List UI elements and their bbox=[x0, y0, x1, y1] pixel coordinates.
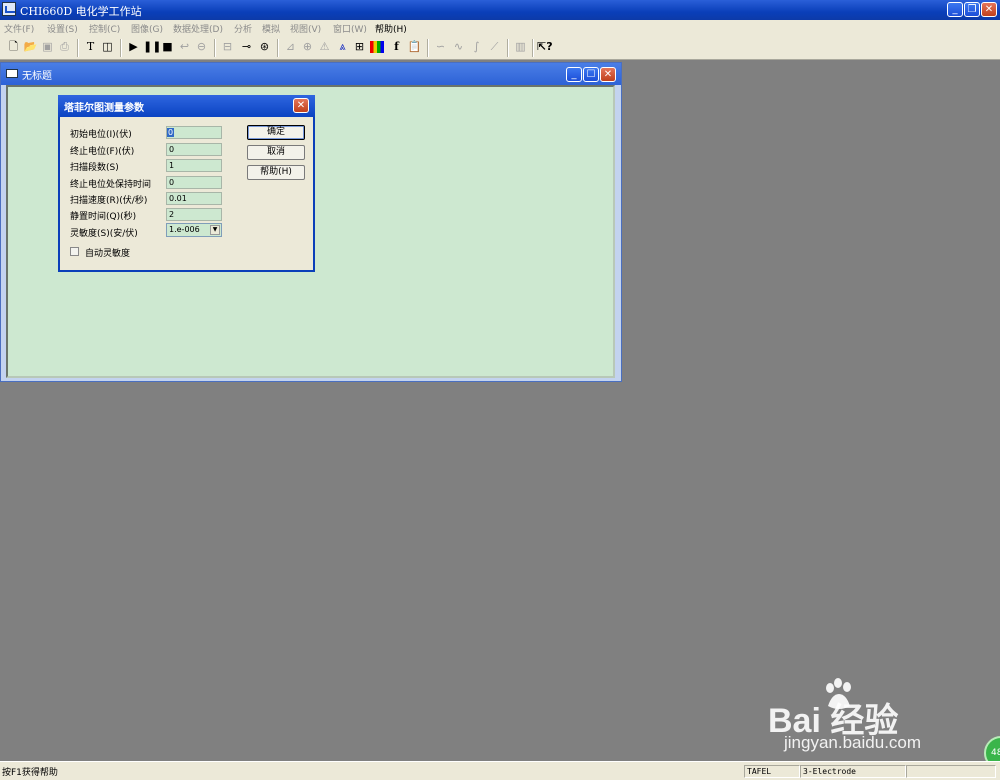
restore-button[interactable]: ❐ bbox=[964, 2, 980, 17]
notes-icon[interactable]: ▥ bbox=[513, 39, 528, 55]
add-data-icon[interactable]: ⊞ bbox=[352, 39, 367, 55]
copy-icon[interactable]: 📋 bbox=[407, 39, 422, 55]
sensitivity-select[interactable]: 1.e-006 ▼ bbox=[166, 223, 222, 237]
watermark-url: jingyan.baidu.com bbox=[784, 733, 922, 752]
menu-bar: 文件(F) 设置(S) 控制(C) 图像(G) 数据处理(D) 分析 模拟 视图… bbox=[0, 20, 1000, 36]
document-title: 无标题 bbox=[22, 71, 52, 82]
init-potential-value: 0 bbox=[167, 128, 175, 137]
toolbar-separator bbox=[214, 39, 216, 57]
toolbar: 🗋 📂 ▣ ⎙ T ◫ ▶ ❚❚ ■ ↩ ⊖ ⊟ ⊸ ⊛ ⊿ ⊕ ⚠ ⩓ ⊞ f… bbox=[0, 36, 1000, 60]
quiet-time-input[interactable]: 2 bbox=[166, 208, 222, 221]
sensitivity-label: 灵敏度(S)(安/伏) bbox=[70, 229, 138, 239]
document-maximize-button[interactable]: ☐ bbox=[583, 67, 599, 82]
dialog-close-button[interactable]: ✕ bbox=[293, 98, 309, 113]
help-button[interactable]: 帮助(H) bbox=[247, 165, 305, 180]
status-help-text: 按F1获得帮助 bbox=[2, 768, 58, 778]
auto-sensitivity-label: 自动灵敏度 bbox=[85, 249, 131, 259]
hold-time-input[interactable]: 0 bbox=[166, 176, 222, 189]
status-bar: 按F1获得帮助 TAFEL 3-Electrode bbox=[0, 761, 1000, 780]
document-title-bar: 无标题 _ ☐ ✕ bbox=[1, 63, 621, 85]
init-potential-label: 初始电位(I)(伏) bbox=[70, 130, 132, 140]
document-icon bbox=[6, 69, 18, 78]
new-file-icon[interactable]: 🗋 bbox=[6, 39, 21, 55]
reverse-icon[interactable]: ↩ bbox=[177, 39, 192, 55]
menu-window[interactable]: 窗口(W) bbox=[333, 22, 367, 35]
close-button[interactable]: ✕ bbox=[981, 2, 997, 17]
toolbar-separator bbox=[532, 39, 534, 57]
stop-icon[interactable]: ■ bbox=[160, 39, 175, 55]
magnify-icon[interactable]: ⊕ bbox=[300, 39, 315, 55]
toolbar-separator bbox=[277, 39, 279, 57]
segments-label: 扫描段数(S) bbox=[70, 163, 119, 173]
quiet-time-label: 静置时间(Q)(秒) bbox=[70, 212, 137, 222]
segments-input[interactable]: 1 bbox=[166, 159, 222, 172]
technique-icon[interactable]: T bbox=[83, 39, 98, 55]
smooth-icon[interactable]: ∽ bbox=[433, 39, 448, 55]
parameters-icon[interactable]: ◫ bbox=[100, 39, 115, 55]
init-potential-input[interactable]: 0 bbox=[166, 126, 222, 139]
menu-settings[interactable]: 设置(S) bbox=[47, 22, 78, 35]
pause-icon[interactable]: ❚❚ bbox=[143, 39, 161, 55]
document-minimize-button[interactable]: _ bbox=[566, 67, 582, 82]
integral-icon[interactable]: ∫ bbox=[469, 39, 484, 55]
app-title-bar: CHI660D 电化学工作站 _ ❐ ✕ bbox=[0, 0, 1000, 20]
cell-icon[interactable]: ⊟ bbox=[220, 39, 235, 55]
open-folder-icon[interactable]: 📂 bbox=[23, 39, 38, 55]
print-icon[interactable]: ⎙ bbox=[57, 39, 72, 55]
scan-rate-label: 扫描速度(R)(伏/秒) bbox=[70, 196, 148, 206]
menu-graphics[interactable]: 图像(G) bbox=[131, 22, 163, 35]
font-icon[interactable]: f bbox=[389, 39, 404, 55]
save-icon[interactable]: ▣ bbox=[40, 39, 55, 55]
filter-icon[interactable]: ⊖ bbox=[194, 39, 209, 55]
zoom-icon[interactable]: ⊛ bbox=[257, 39, 272, 55]
toolbar-separator bbox=[77, 39, 79, 57]
app-title: CHI660D 电化学工作站 bbox=[20, 5, 142, 18]
menu-simulation[interactable]: 模拟 bbox=[262, 22, 280, 35]
help-icon[interactable]: ⇱? bbox=[537, 39, 553, 55]
status-electrode: 3-Electrode bbox=[800, 765, 906, 778]
status-empty-cell bbox=[906, 765, 996, 778]
overlay-icon[interactable]: ⩓ bbox=[335, 39, 350, 55]
final-potential-input[interactable]: 0 bbox=[166, 143, 222, 156]
sensitivity-value: 1.e-006 bbox=[169, 225, 200, 234]
app-icon bbox=[2, 2, 16, 16]
menu-analysis[interactable]: 分析 bbox=[234, 22, 252, 35]
toolbar-separator bbox=[507, 39, 509, 57]
document-close-button[interactable]: ✕ bbox=[600, 67, 616, 82]
manual-result-icon[interactable]: ⊿ bbox=[283, 39, 298, 55]
run-icon[interactable]: ▶ bbox=[126, 39, 141, 55]
menu-view[interactable]: 视图(V) bbox=[290, 22, 321, 35]
toolbar-separator bbox=[120, 39, 122, 57]
dialog-title: 塔菲尔图测量参数 bbox=[64, 103, 144, 114]
ok-button[interactable]: 确定 bbox=[247, 125, 305, 140]
menu-data-processing[interactable]: 数据处理(D) bbox=[173, 22, 223, 35]
menu-file[interactable]: 文件(F) bbox=[4, 22, 34, 35]
status-technique: TAFEL bbox=[744, 765, 800, 778]
menu-control[interactable]: 控制(C) bbox=[89, 22, 120, 35]
chevron-down-icon[interactable]: ▼ bbox=[210, 225, 220, 235]
color-icon[interactable] bbox=[370, 41, 384, 53]
cancel-button[interactable]: 取消 bbox=[247, 145, 305, 160]
menu-help[interactable]: 帮助(H) bbox=[375, 22, 407, 35]
dialog-title-bar: 塔菲尔图测量参数 ✕ bbox=[58, 95, 315, 117]
semilog-icon[interactable]: ⟋ bbox=[487, 39, 502, 55]
hold-time-label: 终止电位处保持时间 bbox=[70, 180, 152, 190]
derivative-icon[interactable]: ∿ bbox=[451, 39, 466, 55]
minimize-button[interactable]: _ bbox=[947, 2, 963, 17]
peak-icon[interactable]: ⚠ bbox=[317, 39, 332, 55]
tafel-parameters-dialog: 塔菲尔图测量参数 ✕ 初始电位(I)(伏) 0 终止电位(F)(伏) 0 扫描段… bbox=[58, 95, 315, 272]
graph-options-icon[interactable]: ⊸ bbox=[239, 39, 254, 55]
auto-sensitivity-checkbox[interactable] bbox=[70, 247, 79, 256]
toolbar-separator bbox=[427, 39, 429, 57]
scan-rate-input[interactable]: 0.01 bbox=[166, 192, 222, 205]
final-potential-label: 终止电位(F)(伏) bbox=[70, 147, 135, 157]
